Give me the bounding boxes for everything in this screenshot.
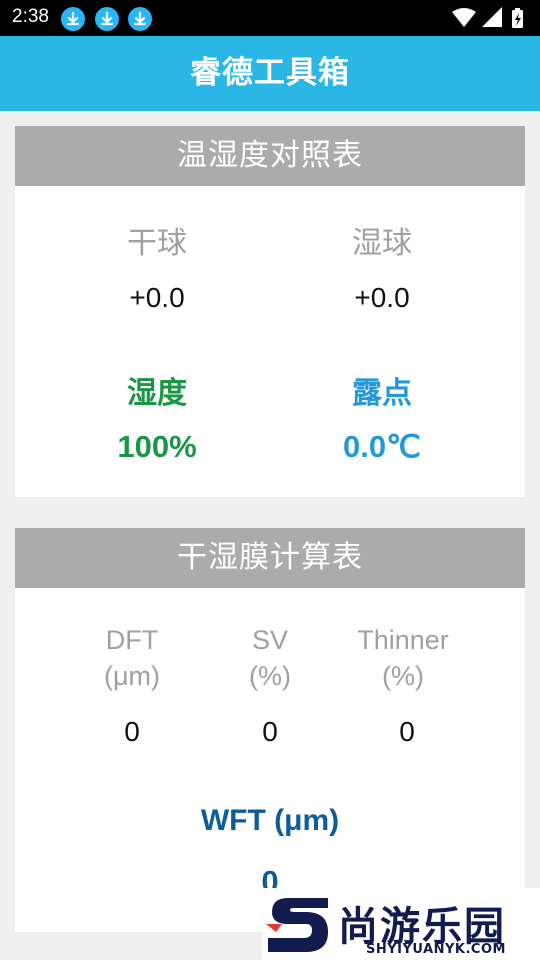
humidity-card: 温湿度对照表 干球 +0.0 湿球 +0.0 湿度 100% 露点 0.0℃ [15,126,525,497]
thinner-value[interactable]: 0 [332,716,482,748]
dry-bulb-label: 干球 [127,226,187,261]
watermark-subtitle: SHYIYUANYK.COM [366,942,506,957]
sv-label-line2: (%) [249,661,291,691]
dry-bulb-value-wrap: +0.0 [57,282,257,314]
thinner-label-line2: (%) [382,661,424,691]
download-icon [61,7,85,31]
wet-bulb-value[interactable]: +0.0 [282,282,482,314]
app-bar: 睿德工具箱 [0,36,540,111]
wifi-icon [452,8,476,27]
film-thickness-card: 干湿膜计算表 DFT (μm) 0 SV (%) 0 Thinner (%) 0… [15,528,525,932]
dry-bulb-column: 干球 [57,218,257,262]
wft-label: WFT (μm) [200,804,340,837]
app-title: 睿德工具箱 [190,55,350,91]
dew-point-value: 0.0℃ [343,429,421,464]
dft-label: DFT (μm) [57,622,207,694]
watermark: 尚游乐园 SHYIYUANYK.COM [262,888,540,960]
status-bar: 2:38 [0,0,540,36]
wft-label-wrap: WFT (μm) [15,804,525,838]
dft-label-line2: (μm) [103,661,161,691]
thinner-label: Thinner (%) [328,622,478,694]
film-card-header: 干湿膜计算表 [15,528,525,588]
thinner-label-line1: Thinner [357,625,449,655]
dew-point-label: 露点 [352,376,412,411]
sv-label-line1: SV [251,625,289,655]
dew-point-label-wrap: 露点 [282,368,482,412]
humidity-card-header: 温湿度对照表 [15,126,525,186]
status-time: 2:38 [12,6,49,27]
dft-label-line1: DFT [105,625,159,655]
sv-value-wrap: 0 [195,716,345,748]
sv-value[interactable]: 0 [195,716,345,748]
thinner-value-wrap: 0 [332,716,482,748]
wet-bulb-value-wrap: +0.0 [282,282,482,314]
signal-icon [482,7,502,27]
watermark-logo [266,898,328,952]
dft-value[interactable]: 0 [57,716,207,748]
wet-bulb-column: 湿球 [282,218,482,262]
wet-bulb-label: 湿球 [352,226,412,261]
humidity-label: 湿度 [127,376,187,411]
system-status-icons [452,7,523,28]
humidity-value: 100% [117,429,197,464]
dft-value-wrap: 0 [57,716,207,748]
humidity-label-wrap: 湿度 [57,368,257,412]
sv-label: SV (%) [195,622,345,694]
battery-icon [512,8,523,28]
download-icon [128,7,152,31]
dry-bulb-value[interactable]: +0.0 [57,282,257,314]
download-icon [95,7,119,31]
dew-point-value-wrap: 0.0℃ [282,429,482,465]
humidity-value-wrap: 100% [57,429,257,465]
